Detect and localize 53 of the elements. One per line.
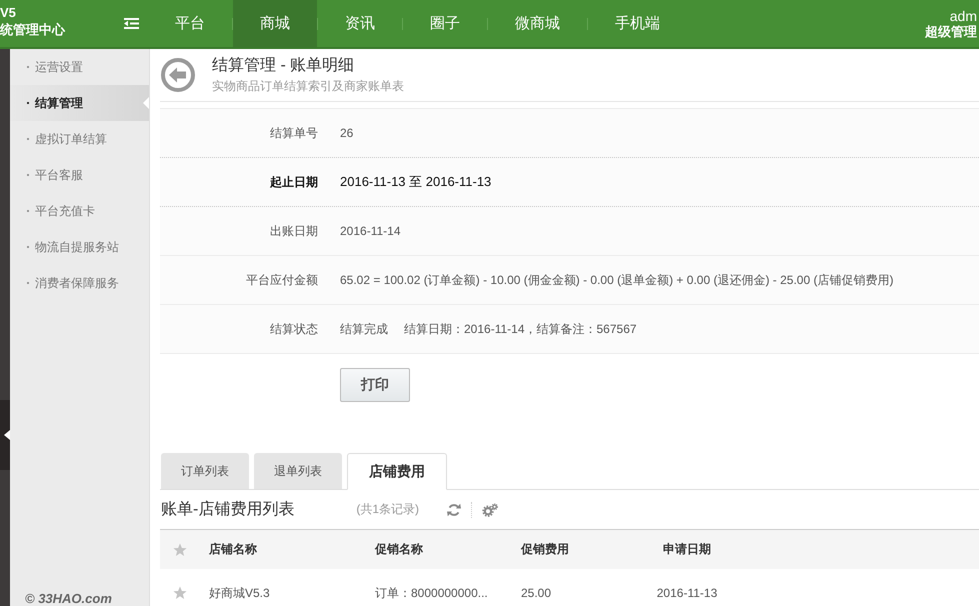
field-label: 结算状态 [269,320,318,338]
brand-title: 统管理中心 [0,21,65,38]
status-note: 结算日期：2016-11-14，结算备注：567567 [404,320,637,338]
nav-tab[interactable]: 手机端 [588,0,687,47]
sidebar-item[interactable]: 平台客服 [10,157,149,193]
sidebar-item[interactable]: 运营设置 [10,49,149,85]
sidebar-item[interactable]: 虚拟订单结算 [10,121,149,157]
menu-icon[interactable] [124,18,139,29]
field-value: 2016-11-14 [340,224,400,238]
star-icon [173,586,187,600]
tab[interactable]: 订单列表 [161,453,249,489]
sidebar-item[interactable]: 物流自提服务站 [10,229,149,265]
page-title: 结算管理 - 账单明细 [212,56,356,76]
column-header: 促销名称 [374,541,424,558]
field-label: 结算单号 [269,124,318,142]
collapse-button[interactable] [0,400,10,470]
footer-logo: © 33HAO.com [24,592,113,606]
nav-tab[interactable]: 资讯 [318,0,402,47]
column-header: 促销费用 [520,541,570,558]
nav-tab[interactable]: 平台 [148,0,232,47]
back-icon[interactable] [161,58,195,92]
nav-tab[interactable]: 圈子 [403,0,487,47]
refresh-icon[interactable] [447,502,461,516]
column-header: 申请日期 [663,541,711,558]
tab[interactable]: 退单列表 [254,453,342,489]
user-role: 超级管理 [925,24,977,40]
list-title: 账单-店铺费用列表 [161,500,294,520]
field-label: 出账日期 [269,222,318,240]
field-value: 26 [340,126,354,140]
field-value: 2016-11-13 至 2016-11-13 [340,173,492,191]
sidebar-item[interactable]: 结算管理 [10,85,149,121]
pointer-icon [143,97,149,109]
table-cell-text: 25.00 [520,586,552,600]
field-value: 65.02 = 100.02 (订单金额) - 10.00 (佣金金额) - 0.00 (退单金额) + 0.00 (退还佣金) - 25.00 (店铺促销费用) [340,272,894,288]
nav-tab[interactable]: 商城 [233,0,317,47]
record-count: (共1条记录) [356,501,419,518]
print-button[interactable]: 打印 [340,368,410,402]
settings-icon[interactable] [482,502,498,516]
user-name: adm [950,8,977,24]
nav-tab[interactable]: 微商城 [488,0,587,47]
field-label: 平台应付金额 [245,272,318,288]
brand-version: V5 [0,4,17,21]
page-subtitle: 实物商品订单结算索引及商家账单表 [212,78,404,94]
table-cell-text: 好商城V5.3 [208,584,271,602]
sidebar-item[interactable]: 消费者保障服务 [10,265,149,301]
field-label: 起止日期 [269,174,318,190]
table-cell-text: 订单：8000000000... [374,584,489,602]
tab[interactable]: 店铺费用 [347,453,447,490]
star-icon [173,542,187,556]
table-cell: 2016-11-13 [656,586,718,600]
field-value: 结算完成 [340,320,388,338]
column-header: 店铺名称 [208,541,258,558]
sidebar-item[interactable]: 平台充值卡 [10,193,149,229]
